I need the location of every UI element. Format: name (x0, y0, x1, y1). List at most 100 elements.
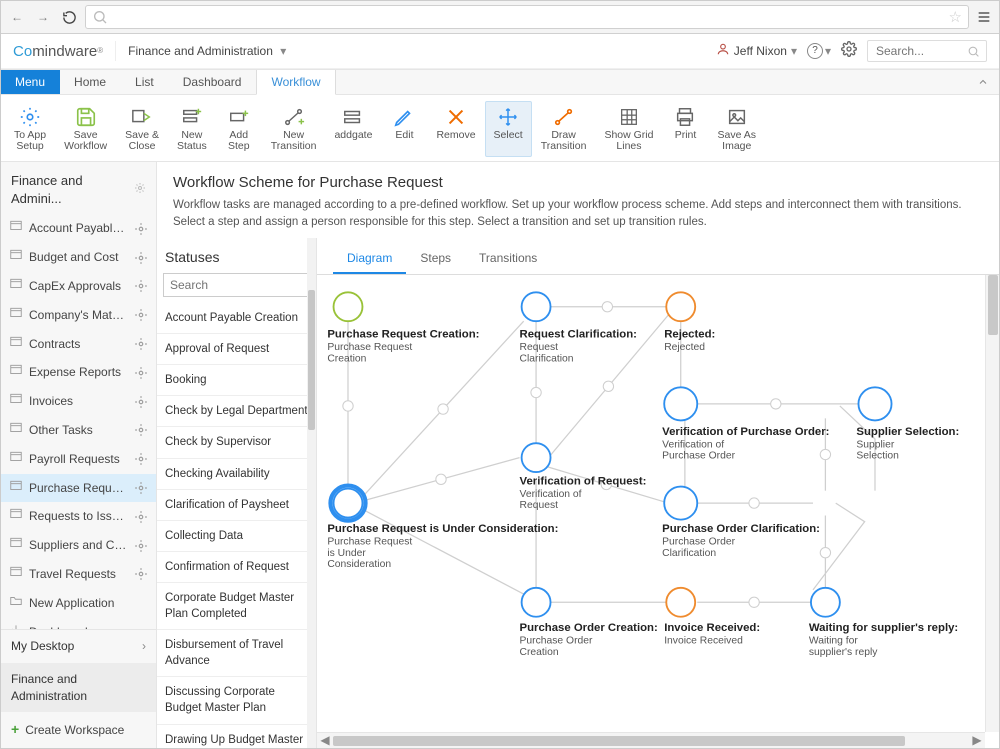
scrollbar-thumb[interactable] (308, 290, 315, 430)
svg-text:Clarification: Clarification (520, 354, 574, 365)
app-icon (9, 594, 23, 613)
status-item[interactable]: Confirmation of Request (157, 552, 316, 583)
tab-menu[interactable]: Menu (1, 70, 60, 94)
chevron-down-icon: ▾ (280, 44, 286, 58)
tab-dashboard[interactable]: Dashboard (169, 70, 257, 94)
draw-transition-button[interactable]: DrawTransition (532, 101, 596, 157)
horizontal-scrollbar[interactable]: ◀ ▶ (317, 732, 985, 748)
to-app-setup-button[interactable]: To AppSetup (5, 101, 55, 157)
save-close-button[interactable]: Save &Close (116, 101, 168, 157)
vertical-scrollbar[interactable] (985, 275, 999, 732)
gear-icon[interactable] (134, 279, 148, 293)
tab-transitions[interactable]: Transitions (465, 242, 551, 275)
svg-text:Request: Request (520, 342, 559, 353)
new-status-button[interactable]: NewStatus (168, 101, 216, 157)
sidebar-item[interactable]: Expense Reports (1, 358, 156, 387)
sidebar-item[interactable]: CapEx Approvals (1, 272, 156, 301)
gear-icon[interactable] (134, 308, 148, 322)
reload-icon[interactable] (59, 7, 79, 27)
sidebar-item[interactable]: Account Payable Req... (1, 214, 156, 243)
statuses-search-input[interactable] (163, 273, 310, 297)
diagram-canvas[interactable]: .edge{stroke:#cfcfcf;stroke-width:1.2;fi… (317, 275, 999, 748)
gear-icon[interactable] (134, 251, 148, 265)
back-icon[interactable]: ← (7, 7, 27, 27)
gear-icon[interactable] (134, 567, 148, 581)
status-item[interactable]: Collecting Data (157, 521, 316, 552)
move-icon (497, 106, 519, 128)
sidebar-item[interactable]: Payroll Requests (1, 445, 156, 474)
settings-button[interactable] (841, 41, 857, 62)
gear-icon[interactable] (134, 222, 148, 236)
url-bar[interactable]: ☆ (85, 5, 969, 29)
status-item[interactable]: Check by Legal Department (157, 396, 316, 427)
show-grid-button[interactable]: Show GridLines (595, 101, 662, 157)
status-item[interactable]: Check by Supervisor (157, 427, 316, 458)
search-input[interactable] (874, 43, 967, 59)
add-step-icon (228, 106, 250, 128)
search-icon (967, 45, 980, 58)
tab-home[interactable]: Home (60, 70, 121, 94)
scroll-right-icon[interactable]: ▶ (969, 732, 985, 748)
star-icon[interactable]: ☆ (949, 7, 962, 28)
browser-menu-icon[interactable] (975, 7, 993, 27)
status-item[interactable]: Booking (157, 365, 316, 396)
sidebar-item[interactable]: Purchase Requests (1, 474, 156, 503)
status-item[interactable]: Account Payable Creation (157, 303, 316, 334)
addgate-button[interactable]: addgate (325, 101, 381, 157)
sidebar-item-label: Requests to Issue Mat... (29, 508, 128, 525)
collapse-ribbon-icon[interactable] (967, 70, 999, 94)
gear-icon[interactable] (134, 481, 148, 495)
print-button[interactable]: Print (662, 101, 708, 157)
scroll-left-icon[interactable]: ◀ (317, 732, 333, 748)
svg-text:Purchase Request: Purchase Request (327, 537, 412, 548)
gear-icon[interactable] (134, 366, 148, 380)
save-workflow-button[interactable]: SaveWorkflow (55, 101, 116, 157)
gear-icon[interactable] (134, 510, 148, 524)
help-button[interactable]: ? ▾ (807, 43, 831, 60)
sidebar-item[interactable]: Dashboards (1, 618, 156, 629)
save-close-icon (131, 106, 153, 128)
workspace-switcher[interactable]: Finance and Administration ▾ (128, 43, 286, 60)
gear-icon[interactable] (134, 452, 148, 466)
gear-icon[interactable] (134, 181, 146, 199)
save-as-image-button[interactable]: Save AsImage (708, 101, 765, 157)
sidebar-item[interactable]: Contracts (1, 330, 156, 359)
tab-workflow[interactable]: Workflow (256, 70, 335, 95)
sidebar-item[interactable]: New Application (1, 589, 156, 618)
add-step-button[interactable]: AddStep (216, 101, 262, 157)
sidebar-item[interactable]: Requests to Issue Mat... (1, 502, 156, 531)
status-item[interactable]: Approval of Request (157, 334, 316, 365)
gear-icon[interactable] (134, 423, 148, 437)
gear-icon[interactable] (134, 539, 148, 553)
select-button[interactable]: Select (485, 101, 532, 157)
create-workspace-button[interactable]: + Create Workspace (1, 712, 156, 748)
forward-icon[interactable]: → (33, 7, 53, 27)
tab-list[interactable]: List (121, 70, 169, 94)
status-item[interactable]: Drawing Up Budget Master Plan (157, 725, 316, 749)
tab-steps[interactable]: Steps (406, 242, 465, 275)
status-item[interactable]: Discussing Corporate Budget Master Plan (157, 677, 316, 724)
sidebar-item[interactable]: Invoices (1, 387, 156, 416)
app-icon (9, 335, 23, 354)
user-menu[interactable]: Jeff Nixon ▾ (716, 42, 797, 61)
new-transition-button[interactable]: NewTransition (262, 101, 326, 157)
edit-button[interactable]: Edit (381, 101, 427, 157)
sidebar-item[interactable]: Budget and Cost (1, 243, 156, 272)
sidebar-item[interactable]: Suppliers and Contra... (1, 531, 156, 560)
sidebar-item[interactable]: Company's Material ... (1, 301, 156, 330)
sidebar-item[interactable]: Travel Requests (1, 560, 156, 589)
sidebar-item[interactable]: Other Tasks (1, 416, 156, 445)
status-item[interactable]: Checking Availability (157, 459, 316, 490)
status-item[interactable]: Disbursement of Travel Advance (157, 630, 316, 677)
gear-icon[interactable] (134, 337, 148, 351)
status-item[interactable]: Clarification of Paysheet (157, 490, 316, 521)
global-search[interactable] (867, 40, 987, 62)
status-item[interactable]: Corporate Budget Master Plan Completed (157, 583, 316, 630)
app-logo: Comindware® (13, 41, 103, 62)
gear-icon[interactable] (134, 395, 148, 409)
section-finance[interactable]: Finance and Administration (1, 663, 156, 713)
tab-diagram[interactable]: Diagram (333, 242, 406, 275)
app-icon (9, 450, 23, 469)
section-my-desktop[interactable]: My Desktop › (1, 630, 156, 663)
remove-button[interactable]: Remove (427, 101, 484, 157)
